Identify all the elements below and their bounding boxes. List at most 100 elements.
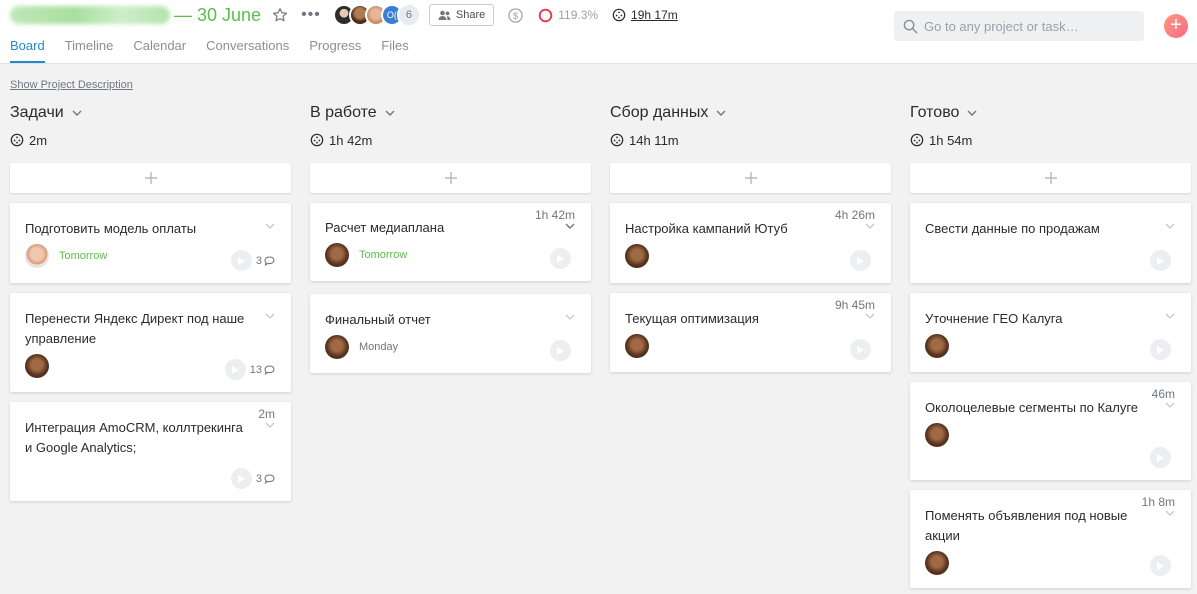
assignee-avatar[interactable] [25,354,49,378]
task-footer: Tomorrow [325,243,551,267]
task-meta [550,248,575,269]
chevron-down-icon[interactable] [716,110,726,116]
add-task-button[interactable] [910,163,1191,193]
task-due-date[interactable]: Monday [359,341,398,353]
task-name[interactable]: Текущая оптимизация [625,309,851,329]
task-card[interactable]: 46m Околоцелевые сегменты по Калуге [910,382,1191,480]
column-header[interactable]: Задачи [10,102,291,124]
time-tracked-metric[interactable]: 19h 17m [612,8,678,22]
add-task-button[interactable] [310,163,591,193]
project-name-blurred[interactable] [10,6,170,24]
more-actions-icon[interactable]: ••• [301,6,321,24]
project-title-date[interactable]: — 30 June [174,5,261,26]
add-task-button[interactable] [610,163,891,193]
tab-board[interactable]: Board [10,38,45,63]
task-name[interactable]: Околоцелевые сегменты по Калуге [925,398,1151,418]
assignee-avatar[interactable] [925,551,949,575]
chevron-down-icon[interactable] [265,223,275,229]
tab-timeline[interactable]: Timeline [65,38,114,63]
chevron-down-icon[interactable] [865,223,875,229]
task-card[interactable]: 1h 8m Поменять объявления под новые акци… [910,490,1191,588]
chevron-down-icon[interactable] [265,313,275,319]
column-time-value: 14h 11m [629,132,679,148]
play-timer-button[interactable] [550,248,571,269]
chevron-down-icon[interactable] [1165,402,1175,408]
task-due-date[interactable]: Tomorrow [59,250,107,262]
play-icon [237,474,245,483]
task-card[interactable]: 4h 26m Настройка кампаний Ютуб [610,203,891,283]
task-card[interactable]: Подготовить модель оплаты Tomorrow 3 [10,203,291,283]
chevron-down-icon[interactable] [865,313,875,319]
task-card[interactable]: 1h 42m Расчет медиаплана Tomorrow [310,203,591,281]
task-name[interactable]: Интеграция AmoCRM, коллтрекинга и Google… [25,418,251,458]
project-title: — 30 June ••• O( 6 Share $ 119.3% 19h 17… [10,2,678,28]
chevron-down-icon[interactable] [1165,510,1175,516]
play-timer-button[interactable] [224,359,246,380]
share-button[interactable]: Share [428,4,495,26]
play-timer-button[interactable] [230,250,252,271]
assignee-avatar[interactable] [925,334,949,358]
task-footer: Tomorrow [25,244,251,268]
add-task-button[interactable] [10,163,291,193]
task-name[interactable]: Финальный отчет [325,310,551,330]
column-time: 14h 11m [610,131,891,149]
member-count[interactable]: 6 [396,3,421,27]
column-header[interactable]: В работе [310,102,591,124]
chevron-down-icon[interactable] [565,223,575,229]
play-timer-button[interactable] [1150,555,1171,576]
play-timer-button[interactable] [850,250,871,271]
tab-files[interactable]: Files [381,38,408,63]
comment-count[interactable]: 3 [256,473,275,485]
play-timer-button[interactable] [550,340,571,361]
budget-metric[interactable]: $ [508,7,528,23]
task-card[interactable]: Финальный отчет Monday [310,294,591,373]
chevron-down-icon[interactable] [967,110,977,116]
chevron-down-icon[interactable] [1165,313,1175,319]
quick-add-button[interactable]: + [1164,14,1188,38]
task-card[interactable]: Перенести Яндекс Директ под наше управле… [10,293,291,392]
tab-progress[interactable]: Progress [309,38,361,63]
task-footer: Monday [325,335,551,359]
column-header[interactable]: Сбор данных [610,102,891,124]
show-project-description-link[interactable]: Show Project Description [10,79,133,91]
play-timer-button[interactable] [850,339,871,360]
task-name[interactable]: Свести данные по продажам [925,219,1151,239]
comment-count[interactable]: 3 [256,255,275,267]
search-input[interactable] [924,18,1134,34]
task-card[interactable]: 9h 45m Текущая оптимизация [610,293,891,372]
task-card[interactable]: Уточнение ГЕО Калуга [910,293,1191,372]
assignee-avatar[interactable] [25,244,49,268]
assignee-avatar[interactable] [925,423,949,447]
chevron-down-icon[interactable] [72,110,82,116]
assignee-avatar[interactable] [625,244,649,268]
play-timer-button[interactable] [1150,447,1171,468]
task-name[interactable]: Перенести Яндекс Директ под наше управле… [25,309,251,349]
progress-metric[interactable]: 119.3% [538,8,598,23]
chevron-down-icon[interactable] [265,422,275,428]
task-name[interactable]: Настройка кампаний Ютуб [625,219,851,239]
task-card[interactable]: 2m Интеграция AmoCRM, коллтрекинга и Goo… [10,402,291,501]
star-icon[interactable] [271,6,289,24]
people-icon [438,10,451,20]
task-due-date[interactable]: Tomorrow [359,249,407,261]
task-name[interactable]: Уточнение ГЕО Калуга [925,309,1151,329]
comment-count[interactable]: 13 [250,364,275,376]
play-timer-button[interactable] [1150,339,1171,360]
chevron-down-icon[interactable] [1165,223,1175,229]
chevron-down-icon[interactable] [565,314,575,320]
task-name[interactable]: Поменять объявления под новые акции [925,506,1151,546]
play-timer-button[interactable] [230,468,252,489]
assignee-avatar[interactable] [625,334,649,358]
play-timer-button[interactable] [1150,250,1171,271]
chevron-down-icon[interactable] [385,110,395,116]
column-header[interactable]: Готово [910,102,1191,124]
task-name[interactable]: Подготовить модель оплаты [25,219,251,239]
task-card[interactable]: Свести данные по продажам [910,203,1191,283]
project-members[interactable]: O( 6 [332,3,421,27]
search-box[interactable] [894,11,1144,41]
assignee-avatar[interactable] [325,243,349,267]
assignee-avatar[interactable] [325,335,349,359]
tab-calendar[interactable]: Calendar [133,38,186,63]
tab-conversations[interactable]: Conversations [206,38,289,63]
task-name[interactable]: Расчет медиаплана [325,218,551,238]
